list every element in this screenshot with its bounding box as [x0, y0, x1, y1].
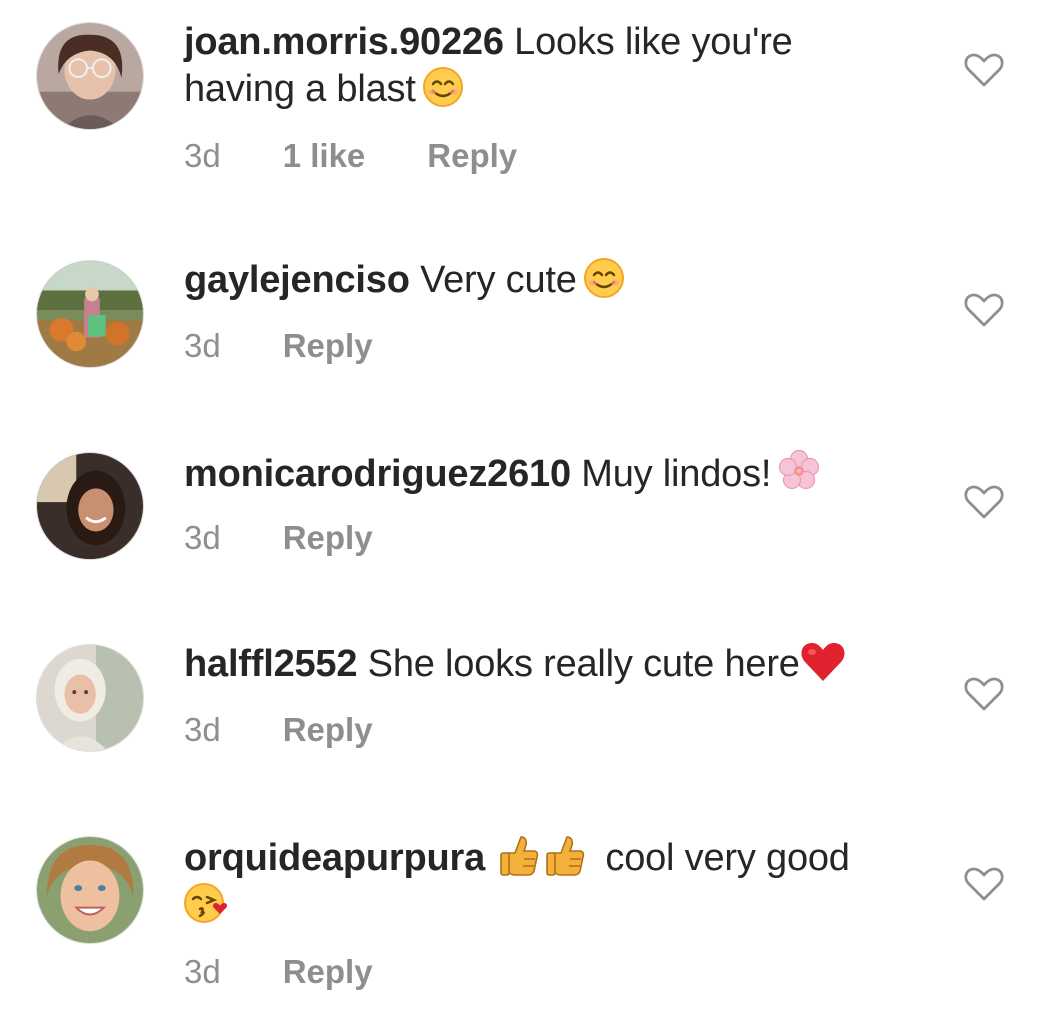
reply-button[interactable]: Reply — [283, 518, 373, 558]
comment-meta: 3d Reply — [184, 518, 373, 558]
reply-button[interactable]: Reply — [283, 710, 373, 750]
comment-username[interactable]: halffl2552 — [184, 643, 358, 685]
reply-button[interactable]: Reply — [283, 326, 373, 366]
smiling-face-icon — [422, 66, 464, 108]
comment-body: halffl2552 She looks really cute here — [184, 641, 924, 688]
avatar[interactable] — [36, 260, 144, 368]
face-blowing-kiss-icon — [184, 882, 230, 924]
comment-body: monicarodriguez2610 Muy lindos! — [184, 449, 924, 498]
avatar[interactable] — [36, 644, 144, 752]
comment-body: joan.morris.90226 Looks like you're havi… — [184, 19, 924, 113]
comment-text: cool very good — [605, 837, 850, 879]
comment-meta: 3d Reply — [184, 710, 373, 750]
comment-text: Muy lindos! — [581, 453, 772, 495]
comment-meta: 3d Reply — [184, 952, 373, 992]
comment-timestamp: 3d — [184, 953, 221, 990]
reply-button[interactable]: Reply — [427, 136, 517, 176]
comment-text: Looks like you're — [514, 21, 793, 63]
comment-text: having a blast — [184, 68, 416, 110]
comment-timestamp: 3d — [184, 137, 221, 174]
red-heart-icon — [800, 641, 846, 683]
thumbs-up-icon — [545, 833, 585, 877]
avatar[interactable] — [36, 836, 144, 944]
comment-username[interactable]: gaylejenciso — [184, 259, 410, 301]
comment-likes-link[interactable]: 1 like — [283, 136, 366, 176]
comment-body: gaylejenciso Very cute — [184, 257, 924, 304]
avatar[interactable] — [36, 22, 144, 130]
like-heart-icon[interactable] — [964, 292, 1004, 328]
thumbs-up-icon — [499, 833, 539, 877]
comment-timestamp: 3d — [184, 711, 221, 748]
smiling-face-icon — [583, 257, 625, 299]
comment-username[interactable]: monicarodriguez2610 — [184, 453, 571, 495]
comment-meta: 3d Reply — [184, 326, 373, 366]
comment-text: Very cute — [420, 259, 577, 301]
comment-username[interactable]: orquideapurpura — [184, 837, 485, 879]
comment-body: orquideapurpura cool very good — [184, 833, 924, 929]
comment-username[interactable]: joan.morris.90226 — [184, 21, 504, 63]
like-heart-icon[interactable] — [964, 676, 1004, 712]
like-heart-icon[interactable] — [964, 484, 1004, 520]
comment-meta: 3d 1 like Reply — [184, 136, 517, 176]
comment-text: She looks really cute here — [367, 643, 800, 685]
comment-timestamp: 3d — [184, 327, 221, 364]
like-heart-icon[interactable] — [964, 866, 1004, 902]
avatar[interactable] — [36, 452, 144, 560]
reply-button[interactable]: Reply — [283, 952, 373, 992]
like-heart-icon[interactable] — [964, 52, 1004, 88]
cherry-blossom-icon — [777, 449, 821, 493]
comment-timestamp: 3d — [184, 519, 221, 556]
